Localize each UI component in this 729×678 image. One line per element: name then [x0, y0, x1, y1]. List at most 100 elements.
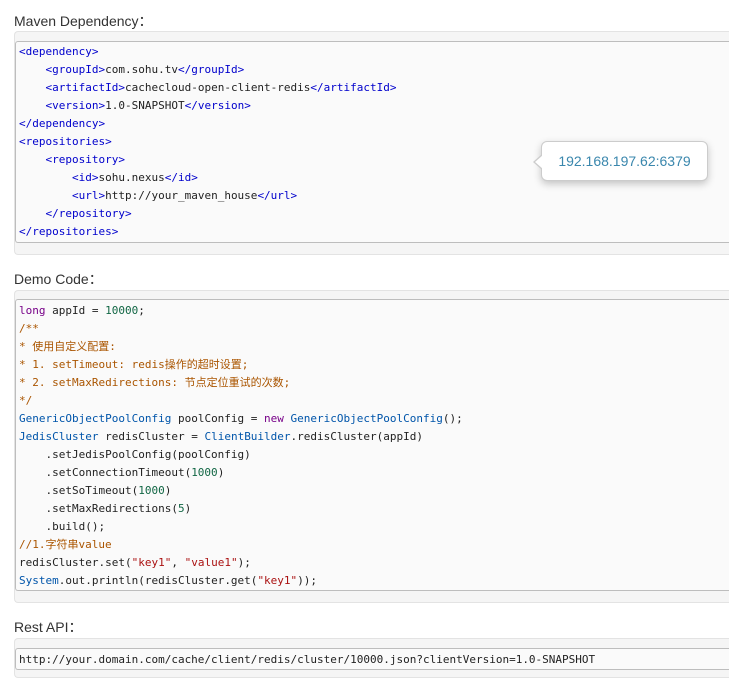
code-token: poolConfig = [171, 412, 265, 425]
maven-code-line: <repository> [19, 151, 125, 169]
demo-code-heading: Demo Code： [14, 271, 103, 287]
code-token: redisCluster.set( [19, 556, 132, 569]
code-token: 1000 [138, 484, 165, 497]
demo-code-line: redisCluster.set("key1", "value1"); [19, 554, 251, 572]
code-token: long [19, 304, 46, 317]
code-token: ; [138, 304, 145, 317]
code-token: ) [184, 502, 192, 515]
code-token: /** [19, 322, 39, 335]
code-token: .setJedisPoolConfig(poolConfig) [19, 448, 251, 461]
code-token: <dependency> [19, 45, 99, 58]
code-token: </repository> [45, 207, 132, 220]
code-token: JedisCluster [19, 430, 99, 443]
demo-code-line: JedisCluster redisCluster = ClientBuilde… [19, 428, 423, 446]
code-token: .setMaxRedirections( [19, 502, 178, 515]
server-address-text: 192.168.197.62:6379 [558, 153, 691, 169]
maven-code-line: <repositories> [19, 133, 112, 151]
demo-code-line: System.out.println(redisCluster.get("key… [19, 572, 317, 590]
code-token: .setSoTimeout( [19, 484, 139, 497]
code-token: .out.println(redisCluster.get( [58, 574, 258, 587]
demo-code-line: */ [19, 392, 32, 410]
demo-code-line: * 1. setTimeout: redis操作的超时设置; [19, 356, 248, 374]
code-token: <groupId> [45, 63, 106, 76]
code-token: </groupId> [177, 63, 245, 76]
code-token: <id> [71, 171, 99, 184]
code-token: </version> [184, 99, 251, 112]
code-token: com.sohu.tv [105, 63, 178, 76]
code-token: "value1" [184, 556, 238, 569]
code-token: )); [297, 574, 318, 587]
demo-code-line: long appId = 10000; [19, 302, 145, 320]
demo-code-line: * 2. setMaxRedirections: 节点定位重试的次数; [19, 374, 290, 392]
code-token: (); [442, 412, 463, 425]
maven-code-line: <url>http://your_maven_house</url> [19, 187, 297, 205]
code-token: System [19, 574, 59, 587]
code-token: redisCluster = [98, 430, 205, 443]
code-token: ClientBuilder [204, 430, 291, 443]
code-token: new [264, 412, 284, 425]
code-token: <version> [45, 99, 106, 112]
maven-code-line: <artifactId>cachecloud-open-client-redis… [19, 79, 397, 97]
code-token: .build(); [19, 520, 106, 533]
code-token: <repositories> [19, 135, 112, 148]
code-token: GenericObjectPoolConfig [19, 412, 172, 425]
code-token: ) [217, 466, 225, 479]
code-token: http://your.domain.com/cache/client/redi… [19, 653, 596, 666]
code-token: <repository> [45, 153, 125, 166]
maven-code-line: </repository> [19, 205, 132, 223]
code-token: //1.字符串value [19, 538, 112, 551]
demo-code-line: .setConnectionTimeout(1000) [19, 464, 224, 482]
demo-code-block[interactable]: long appId = 10000; /** * 使用自定义配置: * 1. set… [15, 299, 729, 591]
code-token: "key1" [131, 556, 172, 569]
code-token: , [171, 556, 185, 569]
code-token: 1.0-SNAPSHOT [105, 99, 185, 112]
code-token: GenericObjectPoolConfig [290, 412, 443, 425]
code-token: 5 [177, 502, 185, 515]
code-token: * 1. setTimeout: redis操作的超时设置; [19, 358, 249, 371]
demo-code-line: * 使用自定义配置: [19, 338, 116, 356]
code-token: * 2. setMaxRedirections: 节点定位重试的次数; [19, 376, 291, 389]
rest-api-code-block[interactable]: http://your.domain.com/cache/client/redi… [15, 648, 729, 670]
code-token: "key1" [257, 574, 298, 587]
demo-code-line: .setMaxRedirections(5) [19, 500, 191, 518]
maven-code-line: <version>1.0-SNAPSHOT</version> [19, 97, 251, 115]
maven-code-line: <dependency> [19, 43, 98, 61]
code-token: ) [164, 484, 172, 497]
demo-code-line: //1.字符串value [19, 536, 112, 554]
code-token: * 使用自定义配置: [19, 340, 116, 353]
code-token: </artifactId> [310, 81, 397, 94]
demo-code-line: /** [19, 320, 39, 338]
demo-code-line: GenericObjectPoolConfig poolConfig = new… [19, 410, 463, 428]
code-token: ); [237, 556, 251, 569]
maven-code-line: <groupId>com.sohu.tv</groupId> [19, 61, 245, 79]
server-address-tooltip: 192.168.197.62:6379 [533, 141, 708, 181]
code-token: .setConnectionTimeout( [19, 466, 192, 479]
rest-api-heading: Rest API： [14, 619, 83, 635]
code-token: </dependency> [19, 117, 106, 130]
code-token: 1000 [191, 466, 218, 479]
maven-code-line: </dependency> [19, 115, 105, 133]
maven-code-line: </repositories> [19, 223, 118, 241]
demo-code-line: .build(); [19, 518, 105, 536]
maven-code-line: <id>sohu.nexus</id> [19, 169, 198, 187]
code-token: sohu.nexus [98, 171, 165, 184]
rest-code-line: http://your.domain.com/cache/client/redi… [19, 651, 595, 669]
code-token: <url> [71, 189, 106, 202]
demo-code-line: .setJedisPoolConfig(poolConfig) [19, 446, 251, 464]
code-token: <artifactId> [45, 81, 125, 94]
code-token: .redisCluster(appId) [290, 430, 423, 443]
demo-code-line: .setSoTimeout(1000) [19, 482, 171, 500]
maven-dependency-heading: Maven Dependency： [14, 13, 153, 29]
tooltip-arrow-inner-icon [535, 155, 543, 169]
code-token: 10000 [105, 304, 139, 317]
code-token: </repositories> [19, 225, 119, 238]
code-token: http://your_maven_house [105, 189, 258, 202]
code-token: </url> [257, 189, 298, 202]
